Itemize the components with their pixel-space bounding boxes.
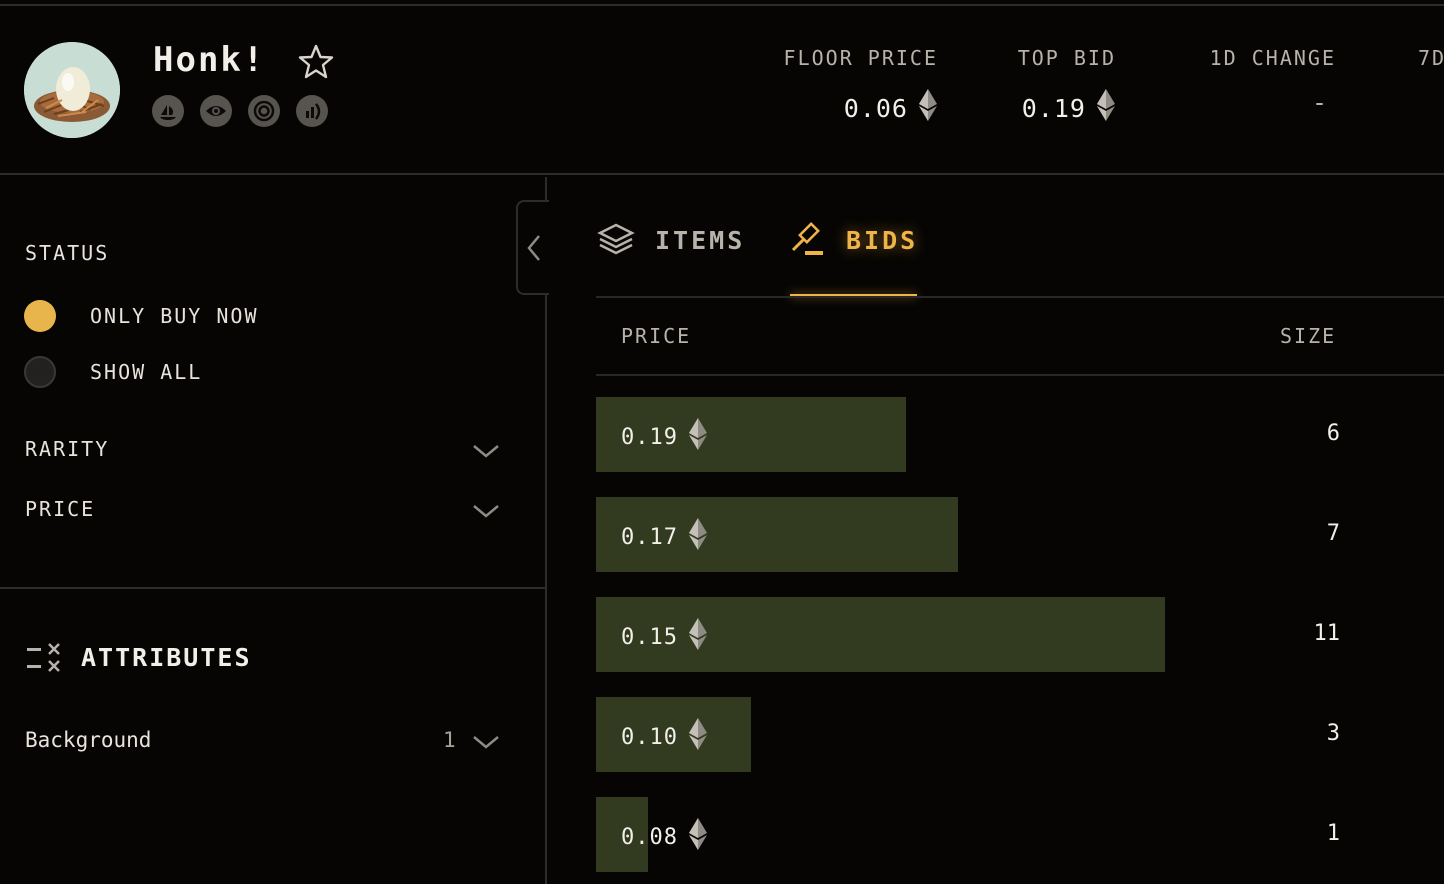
radio-selected[interactable] bbox=[24, 300, 56, 332]
bid-price-value: 0.08 bbox=[621, 824, 678, 850]
tabs-divider bbox=[596, 296, 1444, 298]
eth-icon bbox=[688, 417, 708, 457]
bid-size: 3 bbox=[1326, 721, 1340, 746]
filter-sidebar: STATUS ONLY BUY NOW SHOW ALL RARITY PRIC… bbox=[0, 177, 547, 884]
tab-items[interactable]: ITEMS bbox=[597, 222, 745, 258]
collection-title: Honk! bbox=[153, 40, 266, 80]
filter-rarity[interactable]: RARITY bbox=[25, 437, 109, 461]
chevron-down-icon[interactable] bbox=[471, 441, 501, 461]
stat-1d-change: 1D CHANGE - bbox=[1180, 46, 1336, 117]
chevron-down-icon[interactable] bbox=[471, 732, 501, 752]
eth-icon bbox=[918, 88, 938, 128]
table-row[interactable]: 0.08 1 bbox=[596, 797, 1444, 872]
status-title: STATUS bbox=[25, 241, 110, 265]
collection-avatar bbox=[24, 42, 120, 138]
stat-value: 0.19 bbox=[1021, 93, 1086, 123]
status-option-show-all[interactable]: SHOW ALL bbox=[24, 356, 202, 388]
divider bbox=[0, 587, 547, 589]
star-outline-icon[interactable] bbox=[296, 42, 336, 82]
radio-label: ONLY BUY NOW bbox=[90, 304, 259, 328]
stat-label: 1D CHANGE bbox=[1209, 46, 1336, 70]
attributes-icon bbox=[25, 642, 63, 674]
gavel-icon bbox=[791, 222, 823, 255]
stat-value: - bbox=[1311, 88, 1328, 117]
chevron-left-icon bbox=[526, 234, 540, 261]
attribute-background[interactable]: Background bbox=[25, 728, 151, 752]
status-option-only-buy-now[interactable]: ONLY BUY NOW bbox=[24, 300, 259, 332]
eth-icon bbox=[688, 517, 708, 557]
bid-price-value: 0.19 bbox=[621, 424, 678, 450]
filter-price[interactable]: PRICE bbox=[25, 497, 95, 521]
tab-label: ITEMS bbox=[655, 225, 746, 255]
radio-label: SHOW ALL bbox=[90, 360, 203, 384]
radio-unselected[interactable] bbox=[24, 356, 56, 388]
collection-header: Honk! FLOOR PRICE 0.06 TOP BID 0.19 1D C… bbox=[0, 6, 1444, 175]
layers-icon bbox=[597, 223, 635, 255]
header-divider bbox=[596, 374, 1444, 376]
bid-price-value: 0.10 bbox=[621, 724, 678, 750]
eth-icon bbox=[1096, 88, 1116, 128]
bid-size: 7 bbox=[1326, 521, 1340, 546]
stat-floor-price: FLOOR PRICE 0.06 bbox=[760, 46, 938, 128]
bid-price: 0.15 bbox=[621, 617, 708, 657]
bid-price: 0.17 bbox=[621, 517, 708, 557]
chevron-down-icon[interactable] bbox=[471, 501, 501, 521]
bid-price: 0.08 bbox=[621, 817, 708, 857]
table-row[interactable]: 0.15 11 bbox=[596, 597, 1444, 672]
tab-label: BIDS bbox=[846, 225, 919, 255]
attributes-title: ATTRIBUTES bbox=[81, 643, 252, 672]
table-row[interactable]: 0.17 7 bbox=[596, 497, 1444, 572]
bid-size: 1 bbox=[1326, 821, 1340, 846]
bid-price: 0.10 bbox=[621, 717, 708, 757]
stat-top-bid: TOP BID 0.19 bbox=[990, 46, 1116, 128]
column-header-size[interactable]: SIZE bbox=[1280, 324, 1336, 348]
social-links bbox=[152, 95, 328, 127]
bid-price-value: 0.15 bbox=[621, 624, 678, 650]
stat-label: TOP BID bbox=[1017, 46, 1116, 70]
tab-bids[interactable]: BIDS bbox=[790, 222, 918, 258]
attribute-count: 1 bbox=[443, 728, 456, 752]
table-row[interactable]: 0.10 3 bbox=[596, 697, 1444, 772]
bid-price-value: 0.17 bbox=[621, 524, 678, 550]
looksrare-icon[interactable] bbox=[200, 95, 232, 127]
stat-label: FLOOR PRICE bbox=[783, 46, 938, 70]
x2y2-icon[interactable] bbox=[248, 95, 280, 127]
eth-icon bbox=[688, 817, 708, 857]
collapse-sidebar-button[interactable] bbox=[516, 200, 549, 295]
stat-label: 7D bbox=[1418, 46, 1444, 70]
column-header-price[interactable]: PRICE bbox=[621, 324, 691, 348]
stat-value: 0.06 bbox=[843, 93, 908, 123]
bid-size: 11 bbox=[1313, 621, 1341, 646]
eth-icon bbox=[688, 617, 708, 657]
stat-7d-change: 7D bbox=[1418, 46, 1444, 70]
etherscan-icon[interactable] bbox=[296, 95, 328, 127]
eth-icon bbox=[688, 717, 708, 757]
opensea-icon[interactable] bbox=[152, 95, 184, 127]
bid-size: 6 bbox=[1326, 421, 1340, 446]
table-row[interactable]: 0.19 6 bbox=[596, 397, 1444, 472]
bid-price: 0.19 bbox=[621, 417, 708, 457]
